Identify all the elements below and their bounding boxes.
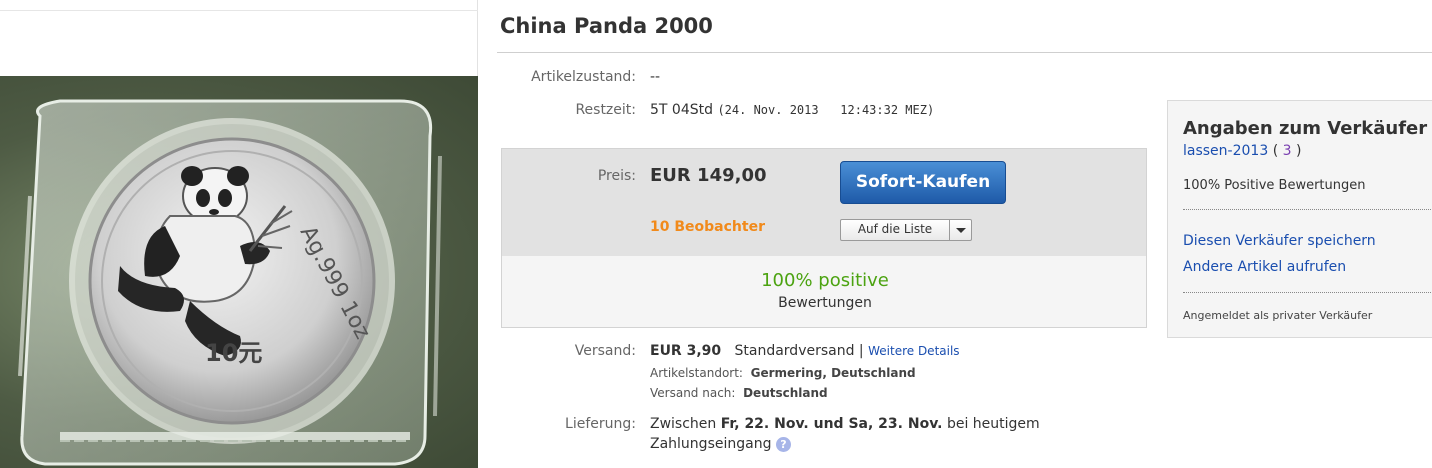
- condition-value: --: [650, 69, 661, 85]
- seller-score-open: (: [1272, 143, 1279, 159]
- buy-now-button[interactable]: Sofort-Kaufen: [840, 161, 1006, 204]
- delivery-line2-text: Zahlungseingang: [650, 436, 772, 452]
- shipping-method: Standardversand |: [734, 343, 864, 359]
- item-location: Artikelstandort: Germering, Deutschland: [650, 366, 916, 380]
- ships-to-label: Versand nach:: [650, 386, 736, 400]
- time-label: Restzeit:: [575, 102, 636, 118]
- seller-name-link[interactable]: lassen-2013: [1183, 143, 1268, 159]
- feedback-percent: 100% positive: [761, 270, 889, 291]
- chevron-down-icon[interactable]: [949, 220, 971, 240]
- title-divider: [497, 52, 1432, 53]
- other-items-link[interactable]: Andere Artikel aufrufen: [1183, 259, 1346, 275]
- item-location-label: Artikelstandort:: [650, 366, 743, 380]
- end-time: (24. Nov. 2013 12:43:32 MEZ): [717, 103, 935, 117]
- delivery-prefix: Zwischen: [650, 416, 717, 432]
- price-label: Preis:: [597, 168, 636, 184]
- time-remaining-value: 5T 04Std: [650, 102, 713, 118]
- feedback-label: Bewertungen: [778, 295, 872, 311]
- ships-to: Versand nach: Deutschland: [650, 386, 828, 400]
- delivery-dates: Fr, 22. Nov. und Sa, 23. Nov.: [720, 416, 943, 432]
- seller-divider-1: [1183, 209, 1432, 210]
- shipping-cost: EUR 3,90: [650, 343, 722, 359]
- time-remaining: 5T 04Std (24. Nov. 2013 12:43:32 MEZ): [650, 102, 934, 118]
- delivery-suffix: bei heutigem: [946, 416, 1040, 432]
- item-photo[interactable]: Ag.999 1oz 10元: [0, 76, 478, 468]
- ships-to-value: Deutschland: [743, 386, 828, 400]
- price-box: [501, 148, 1147, 256]
- feedback-box: 100% positive Bewertungen: [501, 256, 1147, 328]
- watchlist-button-label: Auf die Liste: [857, 222, 933, 236]
- item-title: China Panda 2000: [500, 14, 713, 38]
- seller-divider-2: [1183, 292, 1432, 293]
- delivery-label: Lieferung:: [565, 416, 636, 432]
- shipping-line: EUR 3,90 Standardversand | Weitere Detai…: [650, 343, 960, 359]
- seller-note: Angemeldet als privater Verkäufer: [1183, 309, 1373, 322]
- watchlist-button[interactable]: Auf die Liste: [840, 219, 972, 241]
- image-panel: Ag.999 1oz 10元: [0, 0, 478, 468]
- shipping-details-link[interactable]: Weitere Details: [868, 344, 959, 358]
- seller-score-close: ): [1295, 143, 1302, 159]
- watchers-count: 10 Beobachter: [650, 219, 765, 235]
- item-location-value: Germering, Deutschland: [750, 366, 916, 380]
- shipping-label: Versand:: [574, 343, 636, 359]
- seller-heading: Angaben zum Verkäufer: [1183, 118, 1428, 139]
- image-panel-divider: [0, 10, 478, 11]
- price-value: EUR 149,00: [650, 165, 767, 186]
- coin-denomination: 10元: [205, 339, 262, 367]
- seller-name-line: lassen-2013 ( 3 ): [1183, 143, 1301, 159]
- seller-positive: 100% Positive Bewertungen: [1183, 178, 1366, 193]
- save-seller-link[interactable]: Diesen Verkäufer speichern: [1183, 233, 1376, 249]
- seller-info-box: Angaben zum Verkäufer lassen-2013 ( 3 ) …: [1167, 100, 1432, 338]
- help-icon[interactable]: ?: [775, 436, 791, 452]
- condition-label: Artikelzustand:: [531, 69, 636, 85]
- delivery-line-2: Zahlungseingang ?: [650, 436, 791, 452]
- seller-score-link[interactable]: 3: [1283, 143, 1292, 159]
- delivery-line: Zwischen Fr, 22. Nov. und Sa, 23. Nov. b…: [650, 416, 1040, 432]
